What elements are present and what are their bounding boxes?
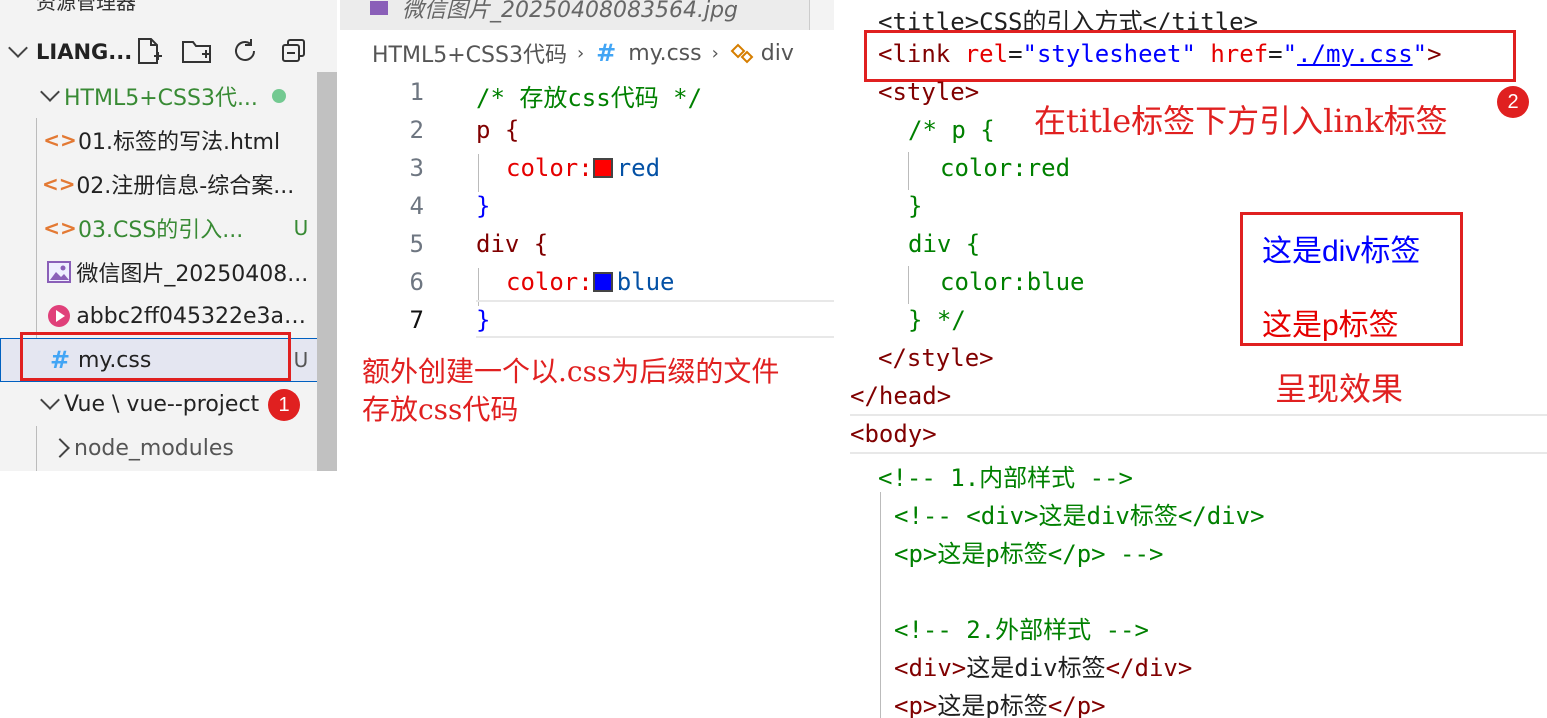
tab-image-preview[interactable]: 微信图片_20250408083564.jpg bbox=[340, 0, 810, 30]
color-swatch-blue[interactable] bbox=[592, 272, 613, 292]
chevron-right-icon bbox=[50, 438, 70, 458]
tab-label: 微信图片_20250408083564.jpg bbox=[402, 0, 738, 23]
annotation-note-1: 额外创建一个以.css为后缀的文件 bbox=[362, 355, 780, 388]
workspace-label: LIANG... bbox=[36, 40, 133, 64]
result-div-text: 这是div标签 bbox=[1262, 235, 1421, 268]
explorer-title: 资源管理器 bbox=[36, 0, 136, 14]
html-file-icon: <> bbox=[43, 128, 77, 152]
code-comment[interactable]: /* 存放css代码 */ bbox=[476, 78, 702, 113]
new-folder-icon[interactable] bbox=[180, 36, 214, 66]
symbol-class-icon bbox=[730, 43, 754, 64]
file-label: 03.CSS的引入... bbox=[78, 218, 244, 243]
code-head-close[interactable]: </head> bbox=[850, 382, 951, 410]
folder-label: node_modules bbox=[74, 435, 234, 461]
code-declaration[interactable]: color: red bbox=[506, 154, 660, 182]
line-number: 3 bbox=[409, 154, 424, 182]
breadcrumb: HTML5+CSS3代码 › # my.css › div bbox=[372, 38, 794, 68]
line-number: 2 bbox=[409, 116, 424, 144]
code-brace[interactable]: } bbox=[476, 306, 490, 334]
result-p-text: 这是p标签 bbox=[1262, 309, 1399, 342]
badge-2: 2 bbox=[1497, 86, 1529, 118]
refresh-icon[interactable] bbox=[230, 36, 260, 66]
code-body-open[interactable]: <body> bbox=[850, 420, 937, 448]
annotation-note-2: 在title标签下方引入link标签 bbox=[1034, 102, 1448, 140]
code-p-line[interactable]: <p>这是p标签</p> bbox=[894, 686, 1106, 718]
line-number: 1 bbox=[409, 78, 424, 106]
breadcrumb-item[interactable]: HTML5+CSS3代码 bbox=[372, 37, 567, 69]
badge-1: 1 bbox=[268, 389, 300, 421]
line-number-current: 7 bbox=[409, 306, 424, 334]
file-row[interactable]: <> 01.标签的写法.html bbox=[0, 118, 317, 162]
code-comment[interactable]: color:red bbox=[940, 154, 1070, 182]
chevron-down-icon bbox=[8, 38, 28, 58]
file-label: 微信图片_20250408... bbox=[76, 262, 309, 287]
code-comment[interactable]: <!-- 1.内部样式 --> bbox=[878, 458, 1133, 493]
file-label: 02.注册信息-综合案... bbox=[76, 174, 295, 199]
css-value: blue bbox=[616, 268, 675, 296]
chevron-right-icon: › bbox=[711, 42, 719, 64]
color-swatch-red[interactable] bbox=[592, 158, 613, 178]
result-label: 呈现效果 bbox=[1275, 370, 1404, 408]
line-number: 4 bbox=[409, 192, 424, 220]
new-file-icon[interactable] bbox=[134, 36, 164, 66]
code-div-line[interactable]: <div>这是div标签</div> bbox=[894, 648, 1192, 683]
breadcrumb-item[interactable]: div bbox=[761, 41, 794, 66]
css-property: color: bbox=[506, 268, 593, 296]
collapse-all-icon[interactable] bbox=[279, 36, 309, 66]
image-file-icon bbox=[46, 261, 71, 283]
code-selector[interactable]: div { bbox=[476, 230, 548, 258]
file-label: 01.标签的写法.html bbox=[78, 130, 281, 155]
untracked-status: U bbox=[293, 216, 309, 240]
line-number: 6 bbox=[409, 268, 424, 296]
file-row[interactable]: 微信图片_20250408... bbox=[0, 250, 317, 294]
video-file-icon bbox=[47, 305, 70, 327]
folder-label: Vue \ vue--project bbox=[64, 391, 260, 417]
code-brace[interactable]: } bbox=[476, 192, 490, 220]
html-tag: </p> bbox=[1047, 692, 1106, 718]
code-comment[interactable]: <!-- <div>这是div标签</div> bbox=[894, 496, 1265, 531]
scrollbar[interactable] bbox=[317, 72, 337, 471]
code-comment[interactable]: <!-- 2.外部样式 --> bbox=[894, 610, 1149, 645]
highlight-box-1 bbox=[20, 332, 291, 381]
css-value: red bbox=[616, 154, 661, 182]
css-file-icon: # bbox=[596, 39, 617, 67]
html-tag: <div> bbox=[894, 654, 967, 682]
chevron-right-icon: › bbox=[576, 42, 585, 64]
css-property: color: bbox=[506, 154, 593, 182]
code-comment[interactable]: div { bbox=[908, 230, 980, 258]
code-comment[interactable]: /* p { bbox=[908, 116, 995, 144]
html-tag: <p> bbox=[894, 692, 938, 718]
html-file-icon: <> bbox=[43, 216, 77, 240]
chevron-down-icon bbox=[40, 390, 60, 410]
code-comment[interactable]: } bbox=[908, 192, 922, 220]
file-label: abbc2ff045322e3a2... bbox=[76, 303, 317, 329]
html-file-icon: <> bbox=[41, 172, 76, 196]
chevron-down-icon bbox=[40, 82, 60, 102]
code-style-close[interactable]: </style> bbox=[878, 344, 994, 372]
html-text: 这是div标签 bbox=[966, 654, 1106, 682]
modified-dot-icon bbox=[272, 89, 286, 103]
code-comment[interactable]: color:blue bbox=[940, 268, 1085, 296]
file-row[interactable]: <> 03.CSS的引入... U bbox=[0, 206, 317, 250]
code-selector[interactable]: p { bbox=[476, 116, 519, 144]
image-file-icon bbox=[370, 1, 388, 15]
annotation-note-1b: 存放css代码 bbox=[362, 393, 519, 426]
line-number: 5 bbox=[409, 230, 424, 258]
highlight-box-2 bbox=[864, 30, 1516, 82]
tab-bar: 微信图片_20250408083564.jpg bbox=[340, 0, 834, 30]
code-declaration[interactable]: color: blue bbox=[506, 268, 675, 296]
folder-node-modules[interactable]: node_modules bbox=[0, 426, 317, 470]
code-editor: 微信图片_20250408083564.jpg HTML5+CSS3代码 › #… bbox=[340, 0, 834, 340]
code-comment[interactable]: <p>这是p标签</p> --> bbox=[894, 534, 1163, 569]
code-comment[interactable]: } */ bbox=[908, 306, 966, 334]
breadcrumb-item[interactable]: my.css bbox=[628, 41, 701, 66]
html-text: 这是p标签 bbox=[937, 692, 1048, 718]
html-tag: </div> bbox=[1105, 654, 1193, 682]
folder-label: HTML5+CSS3代... bbox=[64, 86, 258, 111]
code-style-open[interactable]: <style> bbox=[878, 78, 979, 106]
folder-html5-css3[interactable]: HTML5+CSS3代... bbox=[0, 74, 317, 118]
file-row[interactable]: <> 02.注册信息-综合案... bbox=[0, 162, 317, 206]
